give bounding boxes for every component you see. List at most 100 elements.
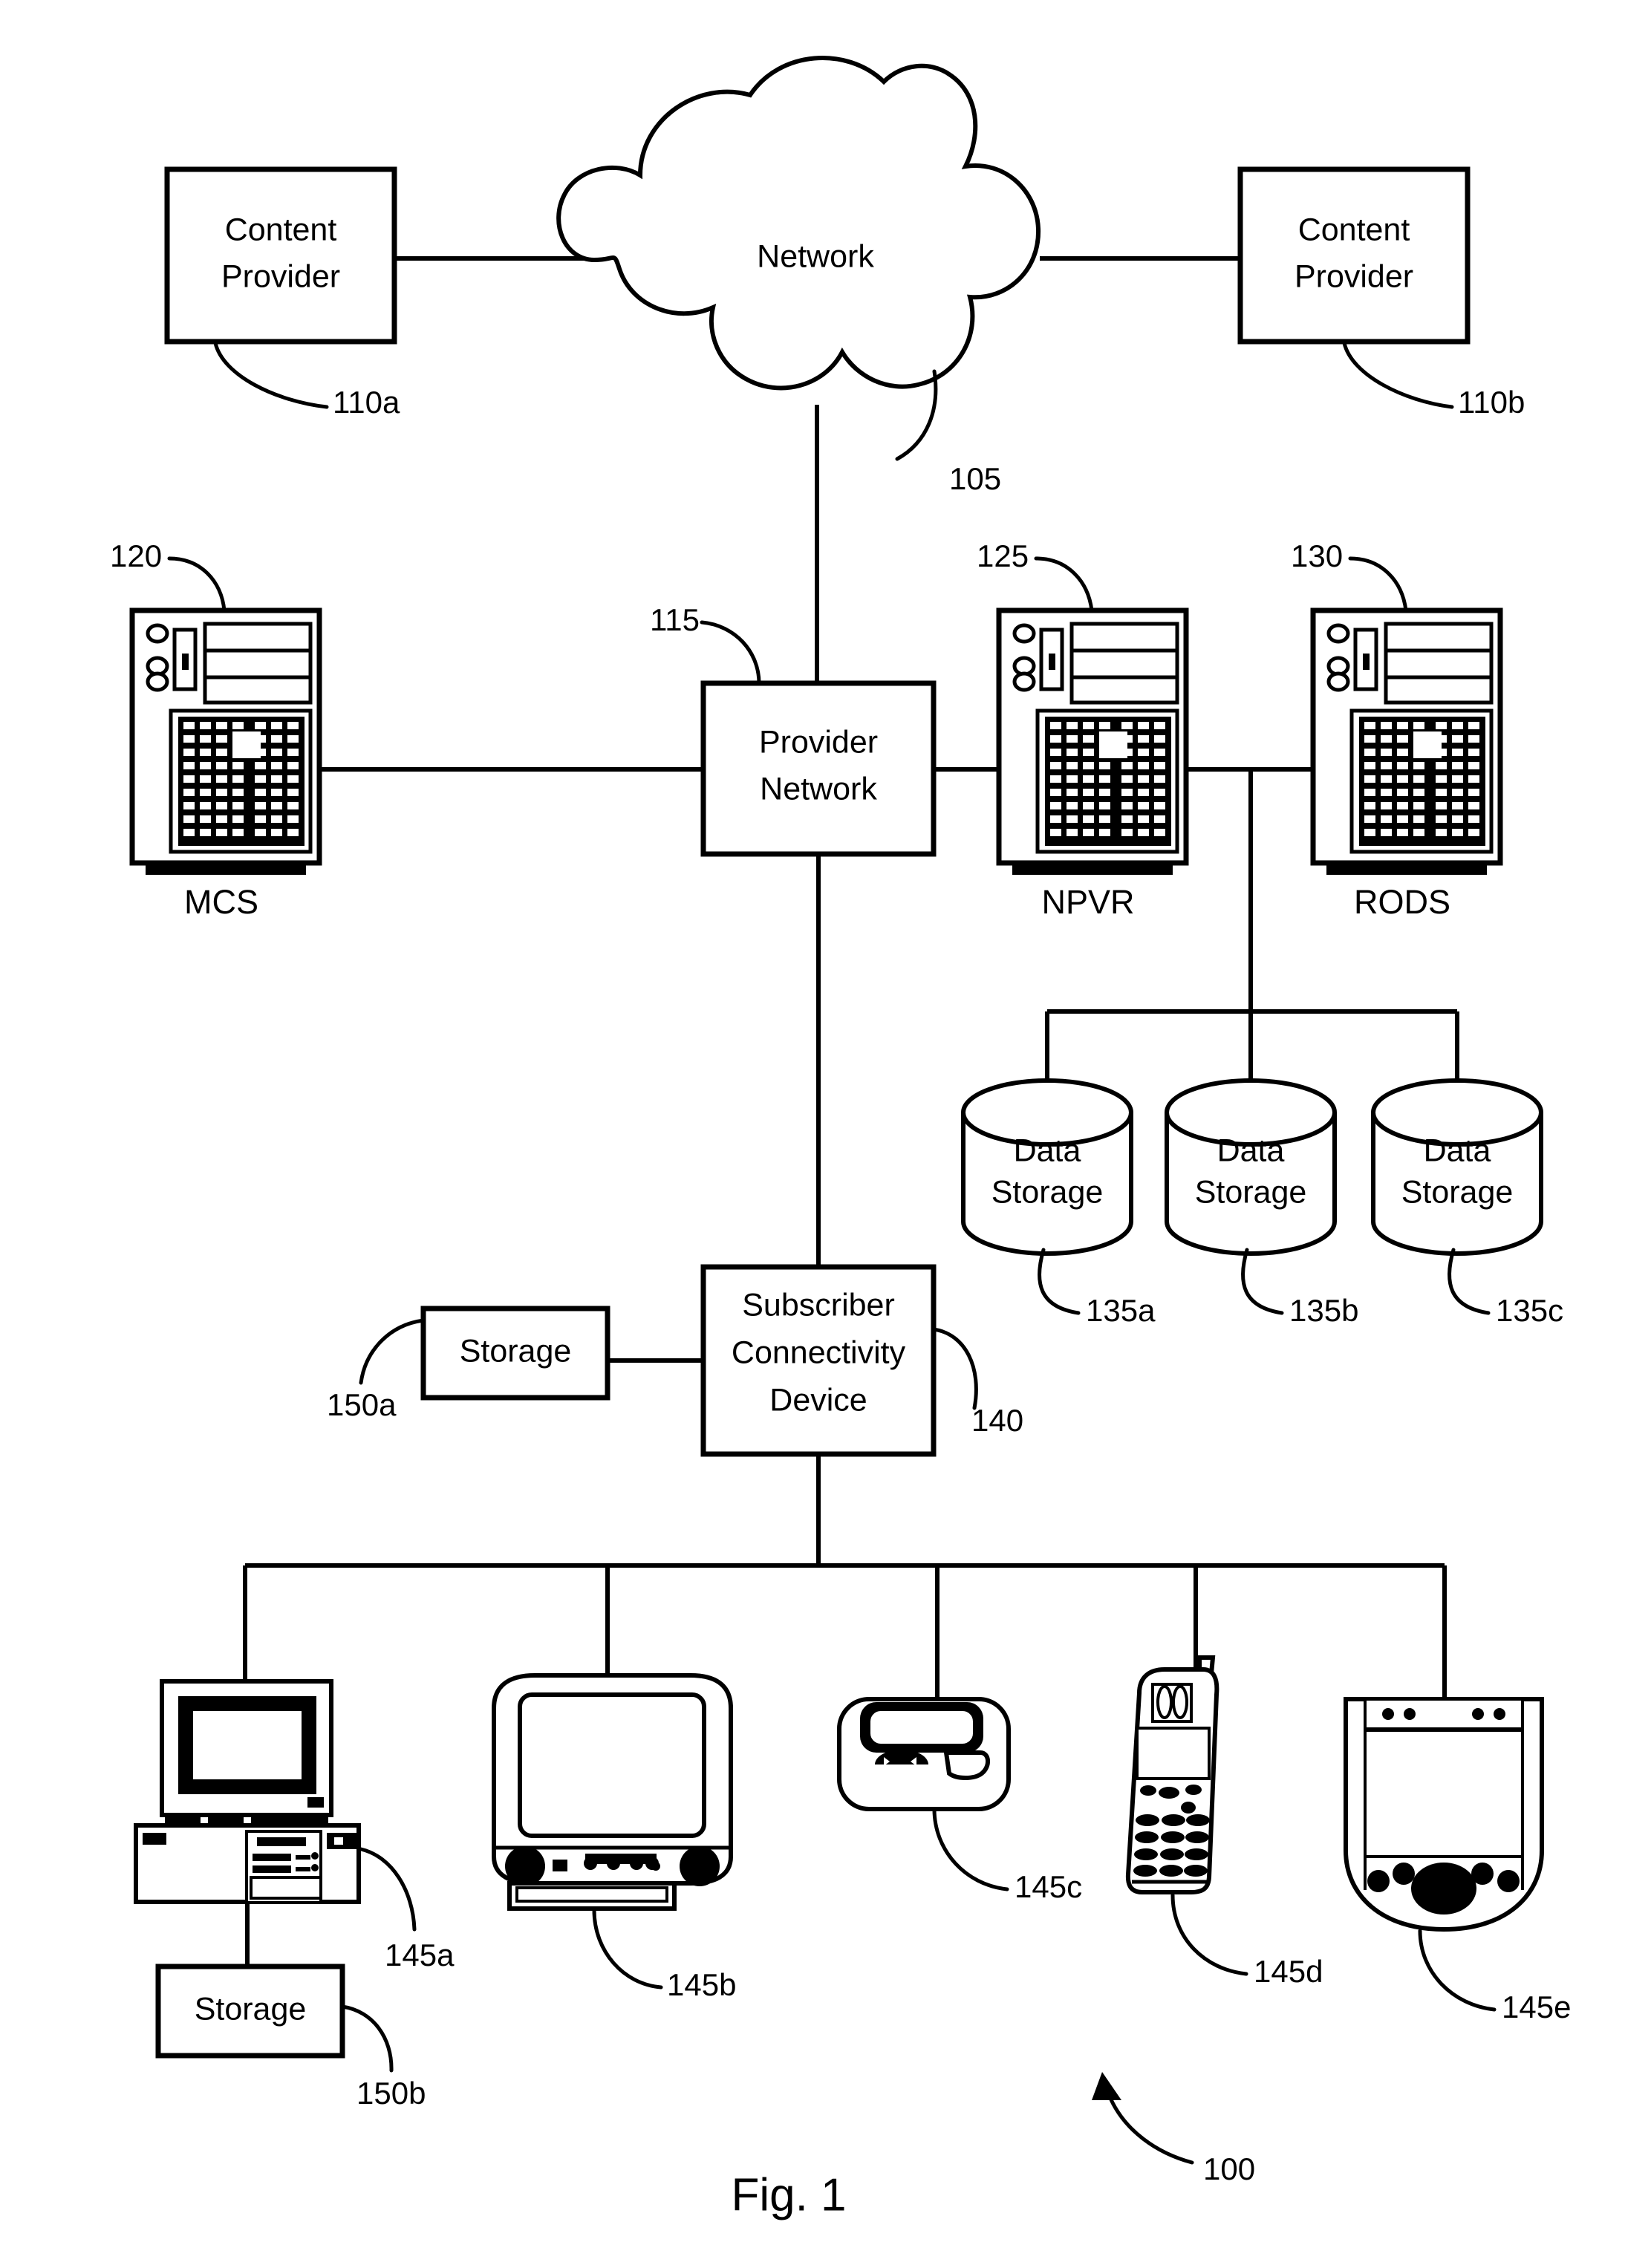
network-cloud-shape — [556, 56, 1041, 391]
desktop-drive-slot-1 — [253, 1854, 291, 1861]
ref-110a: 110a — [333, 385, 400, 420]
data-storage-a-label-line2: Storage — [991, 1174, 1104, 1210]
pager-function-key — [943, 1750, 990, 1780]
npvr-vent-holes — [1050, 722, 1165, 836]
ref-150a: 150a — [327, 1387, 397, 1422]
pda-led-1 — [1382, 1708, 1394, 1720]
leader-100 — [1106, 2091, 1194, 2165]
leader-130 — [1348, 556, 1408, 613]
leader-110a — [213, 341, 329, 409]
device-bus — [243, 1563, 1447, 1701]
pda-button-4 — [1497, 1870, 1520, 1892]
mcs-caption: MCS — [184, 883, 258, 921]
ref-110b: 110b — [1458, 385, 1525, 420]
data-storage-b-label-line1: Data — [1217, 1133, 1285, 1168]
pager-node: 145c — [837, 1697, 1082, 1904]
data-storage-c-label-line2: Storage — [1401, 1174, 1514, 1210]
television-screen — [518, 1692, 706, 1838]
rods-led-3 — [1326, 671, 1350, 692]
television-sensor — [553, 1860, 567, 1871]
desktop-screen — [190, 1708, 305, 1782]
patent-figure-1: Content Provider 110a Content Provider 1… — [0, 0, 1651, 2268]
desktop-optical-slot — [257, 1837, 306, 1846]
desktop-floppy-bay — [250, 1876, 322, 1900]
pda-node: 145e — [1344, 1697, 1571, 2024]
provider-network-node: Provider Network 115 — [319, 602, 999, 1267]
system-reference-arrowhead — [1092, 2072, 1121, 2100]
npvr-tower-base — [1012, 863, 1173, 875]
content-provider-left-label-line2: Provider — [221, 258, 340, 294]
television-button-2 — [607, 1857, 620, 1870]
provider-network-label-line1: Provider — [759, 724, 878, 760]
ref-130: 130 — [1291, 538, 1343, 573]
pda-led-4 — [1494, 1708, 1505, 1720]
pager-screen — [867, 1708, 976, 1747]
ref-150b: 150b — [356, 2076, 426, 2111]
rods-tower-base — [1326, 863, 1487, 875]
pda-led-3 — [1472, 1708, 1484, 1720]
cell-phone-softkey-right — [1185, 1785, 1202, 1795]
ref-105: 105 — [949, 461, 1001, 496]
leader-120 — [167, 556, 227, 613]
ref-120: 120 — [110, 538, 162, 573]
subscriber-connectivity-device-node: Subscriber Connectivity Device 140 — [700, 1264, 1023, 1565]
mcs-floppy-eject — [182, 654, 189, 670]
leader-125 — [1034, 556, 1094, 613]
data-storage-b-label-line2: Storage — [1195, 1174, 1307, 1210]
ref-135b: 135b — [1289, 1293, 1358, 1328]
scd-label-line1: Subscriber — [742, 1287, 895, 1323]
rods-vent-holes — [1364, 722, 1479, 836]
leader-115 — [700, 620, 761, 685]
rods-led-1 — [1326, 623, 1350, 644]
storage-upper-node: Storage 150a — [327, 1306, 703, 1422]
desktop-computer-node: 145a — [134, 1679, 455, 1972]
mcs-vent-holes — [183, 722, 299, 836]
diagram-canvas: Content Provider 110a Content Provider 1… — [110, 56, 1571, 2220]
provider-network-box — [700, 680, 937, 857]
content-provider-left-node: Content Provider 110a — [164, 166, 400, 420]
ref-145e: 145e — [1502, 1990, 1571, 2024]
mcs-tower-base — [146, 863, 306, 875]
rods-floppy-eject — [1363, 654, 1370, 670]
desktop-monitor-vent-1 — [165, 1817, 201, 1823]
television-button-1 — [584, 1857, 597, 1870]
ref-140: 140 — [971, 1403, 1023, 1438]
content-provider-right-box — [1237, 166, 1471, 345]
cell-phone-earpiece-slot-1 — [1156, 1685, 1173, 1719]
cell-phone-node: 145d — [1125, 1655, 1323, 1989]
cell-phone-softkey-center — [1159, 1787, 1179, 1799]
leader-110b — [1342, 341, 1454, 409]
desktop-drive-led-1 — [296, 1855, 310, 1860]
data-storage-a-node: Data Storage 135a — [961, 1078, 1156, 1328]
leader-135a — [1038, 1248, 1081, 1315]
figure-caption: Fig. 1 — [731, 2169, 846, 2220]
leader-135b — [1241, 1248, 1284, 1315]
provider-network-label-line2: Network — [760, 771, 877, 806]
data-storage-c-node: Data Storage 135c — [1371, 1078, 1563, 1328]
storage-lower-node: Storage 150b — [155, 1902, 426, 2111]
content-provider-right-node: Content Provider 110b — [1237, 166, 1525, 420]
data-storage-a-label-line1: Data — [1014, 1133, 1081, 1168]
scd-label-line3: Device — [769, 1382, 867, 1418]
cell-phone-softkey-left — [1140, 1785, 1156, 1796]
storage-upper-label: Storage — [460, 1333, 572, 1369]
npvr-led-3 — [1012, 671, 1036, 692]
leader-135c — [1448, 1248, 1491, 1315]
television-base-slot — [515, 1886, 668, 1903]
scd-label-line2: Connectivity — [732, 1335, 906, 1370]
pda-button-2 — [1393, 1863, 1415, 1885]
pda-button-1 — [1367, 1870, 1390, 1892]
pda-led-2 — [1404, 1708, 1416, 1720]
leader-150b — [340, 2004, 394, 2073]
network-cloud-label: Network — [757, 238, 874, 274]
television-button-3 — [630, 1857, 643, 1870]
npvr-floppy-eject — [1049, 654, 1055, 670]
cell-phone-nav-key — [1181, 1802, 1196, 1814]
ref-125: 125 — [977, 538, 1029, 573]
desktop-drive-dot-1 — [311, 1852, 319, 1860]
mcs-led-3 — [146, 671, 169, 692]
mcs-drive-bay — [203, 622, 313, 705]
content-provider-left-box — [164, 166, 397, 345]
desktop-drive-led-2 — [296, 1867, 310, 1871]
ref-100: 100 — [1203, 2151, 1255, 2186]
